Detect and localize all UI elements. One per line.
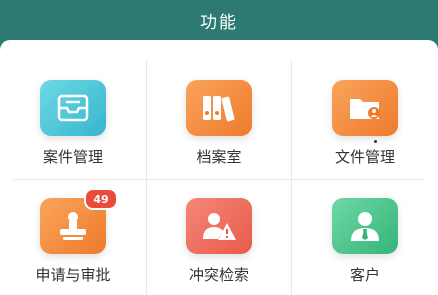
grid-item-file-management[interactable]: 文件管理: [292, 80, 438, 167]
grid-item-application-approval[interactable]: 49 申请与审批: [0, 188, 146, 285]
grid-item-case-management[interactable]: 案件管理: [0, 80, 146, 167]
folder-user-icon: [332, 80, 398, 136]
grid-item-conflict-search[interactable]: 冲突检索: [146, 198, 292, 285]
grid-item-archive-room[interactable]: 档案室: [146, 80, 292, 167]
stamp-icon: 49: [40, 188, 118, 254]
inbox-tray-icon: [40, 80, 106, 136]
stray-dot: [374, 140, 377, 143]
page-header: 功能: [0, 0, 438, 40]
grid-divider: [14, 179, 424, 180]
binders-icon: [186, 80, 252, 136]
grid-item-label: 文件管理: [334, 148, 395, 166]
grid-item-label: 申请与审批: [35, 266, 111, 284]
conflict-warning-icon: [186, 198, 252, 254]
grid-item-label: 案件管理: [42, 148, 103, 166]
grid-item-clients[interactable]: 客户: [292, 198, 438, 285]
page-title: 功能: [200, 12, 238, 33]
grid-item-label: 客户: [349, 266, 380, 284]
grid-item-label: 冲突检索: [188, 266, 249, 284]
notification-badge: 49: [84, 188, 118, 210]
client-person-icon: [332, 198, 398, 254]
grid-item-label: 档案室: [196, 148, 242, 166]
